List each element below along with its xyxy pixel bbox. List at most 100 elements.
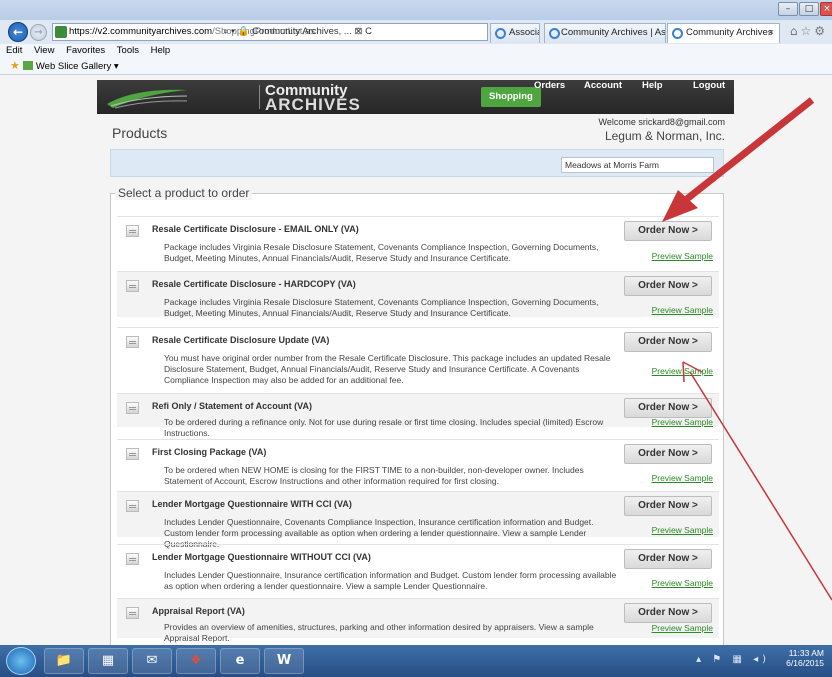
document-icon (126, 448, 139, 460)
product-name: Resale Certificate Disclosure - EMAIL ON… (152, 224, 359, 234)
nav-logout[interactable]: Logout (693, 80, 725, 114)
company-name: Legum & Norman, Inc. (604, 129, 725, 143)
tab-community-archives-2[interactable]: Community Archives × (667, 23, 780, 43)
preview-sample-link[interactable]: Preview Sample (652, 305, 713, 315)
product-name: Appraisal Report (VA) (152, 606, 245, 616)
menu-view[interactable]: View (34, 45, 54, 56)
forward-button[interactable]: → (30, 24, 47, 41)
site-favicon-icon (55, 26, 67, 38)
clock[interactable]: 11:33 AM 6/16/2015 (786, 648, 824, 668)
preview-sample-link[interactable]: Preview Sample (652, 417, 713, 427)
product-description: Includes Lender Questionnaire, Insurance… (164, 570, 617, 591)
product-row: Appraisal Report (VA) Order Now > Provid… (117, 598, 719, 643)
document-icon (126, 280, 139, 292)
web-slice-gallery[interactable]: Web Slice Gallery ▾ (36, 61, 119, 72)
home-favorites-settings-icons[interactable]: ⌂☆⚙ (790, 24, 828, 38)
site-header: Community ARCHIVES Shopping Orders Accou… (97, 80, 734, 114)
product-section-legend: Select a product to order (115, 186, 253, 200)
window-titlebar: – □ × (0, 0, 832, 20)
product-row: First Closing Package (VA) Order Now > T… (117, 439, 719, 486)
tab-community-archives-1[interactable]: Community Archives | As... (544, 23, 666, 43)
document-icon (126, 607, 139, 619)
app-red-icon[interactable]: ❖ (176, 648, 216, 674)
order-now-button[interactable]: Order Now > (624, 221, 712, 241)
preview-sample-link[interactable]: Preview Sample (652, 578, 713, 588)
product-name: Refi Only / Statement of Account (VA) (152, 401, 313, 411)
product-name: Lender Mortgage Questionnaire WITH CCI (… (152, 499, 352, 509)
app-icon[interactable]: ▦ (88, 648, 128, 674)
browser-chrome: – □ × ← → https://v2.communityarchives.c… (0, 0, 832, 75)
community-field[interactable]: Meadows at Morris Farm (561, 157, 714, 173)
maximize-button[interactable]: □ (799, 2, 819, 16)
product-name: Lender Mortgage Questionnaire WITHOUT CC… (152, 552, 371, 562)
product-row: Refi Only / Statement of Account (VA) Or… (117, 393, 719, 438)
order-now-button[interactable]: Order Now > (624, 332, 712, 352)
community-filter-bar: Meadows at Morris Farm (110, 149, 724, 177)
welcome-text: Welcome srickard8@gmail.com (598, 117, 725, 127)
product-description: To be ordered during a refinance only. N… (164, 417, 604, 438)
menu-help[interactable]: Help (151, 45, 171, 56)
order-now-button[interactable]: Order Now > (624, 549, 712, 569)
product-description: Package includes Virginia Resale Disclos… (164, 242, 599, 263)
preview-sample-link[interactable]: Preview Sample (652, 525, 713, 535)
navigation-row: ← → https://v2.communityarchives.com/Sho… (0, 20, 832, 44)
clock-time: 11:33 AM (788, 648, 824, 658)
nav-orders[interactable]: Orders (534, 80, 565, 114)
address-bar-controls[interactable]: ⌕ ▾ 🔒 Community Archives, ... ⊠ C (223, 24, 372, 40)
product-name: Resale Certificate Disclosure Update (VA… (152, 335, 330, 345)
order-now-button[interactable]: Order Now > (624, 398, 712, 418)
favorites-star-icon[interactable]: ★ (10, 58, 20, 74)
back-button[interactable]: ← (8, 22, 28, 42)
start-orb-icon[interactable] (6, 647, 36, 675)
product-name: First Closing Package (VA) (152, 447, 267, 457)
tab-associa[interactable]: Associa (490, 23, 540, 43)
menu-bar: Edit View Favorites Tools Help (0, 44, 832, 58)
product-description: To be ordered when NEW HOME is closing f… (164, 465, 584, 486)
ie-icon (672, 28, 683, 39)
tab-label: Associa (509, 27, 540, 38)
menu-edit[interactable]: Edit (6, 45, 22, 56)
product-row: Lender Mortgage Questionnaire WITH CCI (… (117, 491, 719, 549)
nav-account[interactable]: Account (584, 80, 622, 114)
order-now-button[interactable]: Order Now > (624, 496, 712, 516)
close-tab-icon[interactable]: × (768, 24, 774, 42)
document-icon (126, 336, 139, 348)
preview-sample-link[interactable]: Preview Sample (652, 366, 713, 376)
product-row: Resale Certificate Disclosure Update (VA… (117, 327, 719, 389)
web-slice-icon (22, 61, 33, 70)
order-now-button[interactable]: Order Now > (624, 444, 712, 464)
menu-favorites[interactable]: Favorites (66, 45, 105, 56)
logo-swoosh-icon (107, 89, 188, 109)
product-row: Lender Mortgage Questionnaire WITHOUT CC… (117, 544, 719, 591)
ie-icon (495, 28, 506, 39)
document-icon (126, 225, 139, 237)
windows-taskbar: 📁 ▦ ✉ ❖ e W ▴ ⚑ ▦ ◂) 11:33 AM 6/16/2015 (0, 645, 832, 677)
order-now-button[interactable]: Order Now > (624, 603, 712, 623)
address-bar[interactable]: https://v2.communityarchives.com/Shoppin… (52, 23, 488, 41)
nav-shopping[interactable]: Shopping (481, 87, 541, 107)
tab-label: Community Archives | As... (561, 27, 666, 38)
menu-tools[interactable]: Tools (117, 45, 139, 56)
nav-help[interactable]: Help (642, 80, 663, 114)
logo-divider (259, 85, 260, 109)
product-row: Resale Certificate Disclosure - HARDCOPY… (117, 271, 719, 318)
clock-date: 6/16/2015 (786, 658, 824, 668)
product-description: Provides an overview of amenities, struc… (164, 622, 594, 643)
internet-explorer-icon[interactable]: e (220, 648, 260, 674)
close-window-button[interactable]: × (820, 2, 832, 16)
tab-label: Community Archives (686, 27, 773, 38)
tray-icons[interactable]: ▴ ⚑ ▦ ◂) (696, 654, 770, 665)
document-icon (126, 500, 139, 512)
preview-sample-link[interactable]: Preview Sample (652, 251, 713, 261)
outlook-icon[interactable]: ✉ (132, 648, 172, 674)
minimize-button[interactable]: – (778, 2, 798, 16)
document-icon (126, 402, 139, 414)
explorer-icon[interactable]: 📁 (44, 648, 84, 674)
order-now-button[interactable]: Order Now > (624, 276, 712, 296)
preview-sample-link[interactable]: Preview Sample (652, 623, 713, 633)
preview-sample-link[interactable]: Preview Sample (652, 473, 713, 483)
web-page: Community ARCHIVES Shopping Orders Accou… (0, 75, 832, 645)
product-row: Resale Certificate Disclosure - EMAIL ON… (117, 216, 719, 263)
document-icon (126, 553, 139, 565)
word-icon[interactable]: W (264, 648, 304, 674)
